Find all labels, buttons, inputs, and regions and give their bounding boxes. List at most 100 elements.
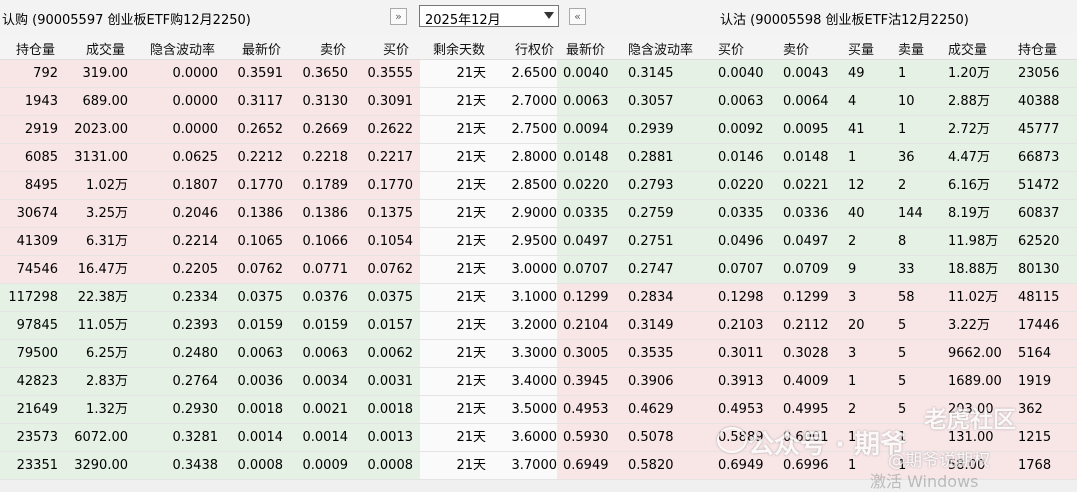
strike-cell: 3.4000 [511, 374, 558, 389]
strike-cell: 3.5000 [511, 402, 558, 417]
call-volume-cell: 2.83万 [86, 374, 128, 389]
call-iv-cell: 0.1807 [172, 178, 219, 193]
put-open-interest-cell: 1215 [1018, 430, 1052, 445]
strike-cell: 3.0000 [511, 262, 558, 277]
call-volume-cell: 16.47万 [77, 262, 128, 277]
put-iv-cell: 0.2834 [628, 290, 674, 305]
put-volume-cell: 1689.00 [948, 374, 1002, 389]
header-strike[interactable]: 行权价 [515, 39, 554, 58]
call-bid-cell: 0.0062 [367, 346, 414, 361]
call-open-interest-cell: 8495 [24, 178, 58, 193]
header-call-ask[interactable]: 卖价 [320, 39, 346, 58]
put-ask-cell: 0.0336 [783, 206, 829, 221]
put-ask-cell: 0.4009 [783, 374, 829, 389]
days-remaining-cell: 21天 [456, 262, 486, 277]
put-bid-size-cell: 20 [848, 318, 865, 333]
header-put-ask-size[interactable]: 卖量 [898, 39, 924, 58]
header-put-open-interest[interactable]: 持仓量 [1018, 39, 1057, 58]
put-bid-cell: 0.0063 [718, 94, 764, 109]
put-ask-cell: 0.0221 [783, 178, 829, 193]
put-open-interest-cell: 60837 [1018, 206, 1060, 221]
header-put-bid-size[interactable]: 买量 [848, 39, 874, 58]
days-remaining-cell: 21天 [456, 430, 486, 445]
call-volume-cell: 1.32万 [86, 402, 128, 417]
table-row[interactable]: 6085 3131.00 0.0625 0.2212 0.2218 0.2217 21天 2.… [0, 144, 1077, 172]
table-row[interactable]: 74546 16.47万 0.2205 0.0762 0.0771 0.0762 21天 3.… [0, 256, 1077, 284]
put-bid-size-cell: 40 [848, 206, 865, 221]
table-row[interactable]: 2919 2023.00 0.0000 0.2652 0.2669 0.2622 21天 2.… [0, 116, 1077, 144]
put-bid-cell: 0.1298 [718, 290, 764, 305]
strike-cell: 2.8000 [511, 150, 558, 165]
put-ask-cell: 0.0064 [783, 94, 829, 109]
put-bid-size-cell: 1 [848, 374, 857, 389]
put-last-cell: 0.0040 [563, 66, 609, 81]
put-open-interest-cell: 62520 [1018, 234, 1060, 249]
header-call-bid[interactable]: 买价 [383, 39, 409, 58]
put-iv-cell: 0.2793 [628, 178, 674, 193]
strike-cell: 3.1000 [511, 290, 558, 305]
table-row[interactable]: 8495 1.02万 0.1807 0.1770 0.1789 0.1770 21天 2.85… [0, 172, 1077, 200]
put-ask-cell: 0.1299 [783, 290, 829, 305]
call-iv-cell: 0.0000 [172, 66, 219, 81]
table-row[interactable]: 42823 2.83万 0.2764 0.0036 0.0034 0.0031 21天 3.4… [0, 368, 1077, 396]
header-put-ask[interactable]: 卖价 [783, 39, 809, 58]
header-call-iv[interactable]: 隐含波动率 [150, 39, 215, 58]
put-ask-size-cell: 1 [898, 122, 907, 137]
put-ask-size-cell: 33 [898, 262, 915, 277]
call-iv-cell: 0.2393 [172, 318, 219, 333]
prev-month-button[interactable]: « [569, 8, 586, 25]
table-row[interactable]: 79500 6.25万 0.2480 0.0063 0.0063 0.0062 21天 3.3… [0, 340, 1077, 368]
table-row[interactable]: 117298 22.38万 0.2334 0.0375 0.0376 0.0375 21天 3… [0, 284, 1077, 312]
call-volume-cell: 319.00 [82, 66, 129, 81]
table-row[interactable]: 97845 11.05万 0.2393 0.0159 0.0159 0.0157 21天 3.… [0, 312, 1077, 340]
put-last-cell: 0.0148 [563, 150, 609, 165]
table-row[interactable]: 792 319.00 0.0000 0.3591 0.3650 0.3555 21天 2.65… [0, 60, 1077, 88]
put-iv-cell: 0.3535 [628, 346, 674, 361]
put-bid-cell: 0.0496 [718, 234, 764, 249]
call-iv-cell: 0.2334 [172, 290, 219, 305]
call-volume-cell: 11.05万 [77, 318, 128, 333]
call-last-cell: 0.1065 [237, 234, 284, 249]
put-iv-cell: 0.3145 [628, 66, 674, 81]
put-last-cell: 0.0335 [563, 206, 609, 221]
put-iv-cell: 0.2939 [628, 122, 674, 137]
table-row[interactable]: 1943 689.00 0.0000 0.3117 0.3130 0.3091 21天 2.7… [0, 88, 1077, 116]
call-ask-cell: 0.0009 [302, 458, 349, 473]
put-last-cell: 0.5930 [563, 430, 609, 445]
chevron-down-icon[interactable] [544, 12, 554, 19]
put-open-interest-cell: 48115 [1018, 290, 1060, 305]
header-call-open-interest[interactable]: 持仓量 [16, 39, 55, 58]
table-row[interactable]: 21649 1.32万 0.2930 0.0018 0.0021 0.0018 21天 3.5… [0, 396, 1077, 424]
header-put-volume[interactable]: 成交量 [948, 39, 987, 58]
call-volume-cell: 3131.00 [74, 150, 128, 165]
call-volume-cell: 3290.00 [74, 458, 128, 473]
table-row[interactable]: 41309 6.31万 0.2214 0.1065 0.1066 0.1054 21天 2.9… [0, 228, 1077, 256]
header-days-remaining[interactable]: 剩余天数 [433, 39, 485, 58]
put-ask-size-cell: 5 [898, 402, 907, 417]
put-bid-cell: 0.2103 [718, 318, 764, 333]
call-ask-cell: 0.0771 [302, 262, 349, 277]
call-volume-cell: 1.02万 [86, 178, 128, 193]
call-ask-cell: 0.0159 [302, 318, 349, 333]
put-ask-size-cell: 5 [898, 318, 907, 333]
put-bid-size-cell: 2 [848, 402, 857, 417]
put-ask-size-cell: 10 [898, 94, 915, 109]
call-volume-cell: 3.25万 [86, 206, 128, 221]
put-bid-size-cell: 3 [848, 346, 857, 361]
call-last-cell: 0.0018 [237, 402, 284, 417]
expiry-month-select[interactable]: 2025年12月 [419, 5, 559, 28]
next-month-button[interactable]: » [390, 8, 407, 25]
put-last-cell: 0.3945 [563, 374, 609, 389]
expiry-month-value: 2025年12月 [425, 13, 501, 28]
header-put-last[interactable]: 最新价 [566, 39, 605, 58]
call-open-interest-cell: 1943 [24, 94, 58, 109]
header-put-bid[interactable]: 买价 [718, 39, 744, 58]
put-volume-cell: 11.02万 [948, 290, 999, 305]
table-row[interactable]: 30674 3.25万 0.2046 0.1386 0.1386 0.1375 21天 2.9… [0, 200, 1077, 228]
header-call-volume[interactable]: 成交量 [86, 39, 125, 58]
put-ask-cell: 0.0095 [783, 122, 829, 137]
put-last-cell: 0.4953 [563, 402, 609, 417]
header-call-last[interactable]: 最新价 [242, 39, 281, 58]
strike-cell: 2.6500 [511, 66, 558, 81]
header-put-iv[interactable]: 隐含波动率 [628, 39, 693, 58]
